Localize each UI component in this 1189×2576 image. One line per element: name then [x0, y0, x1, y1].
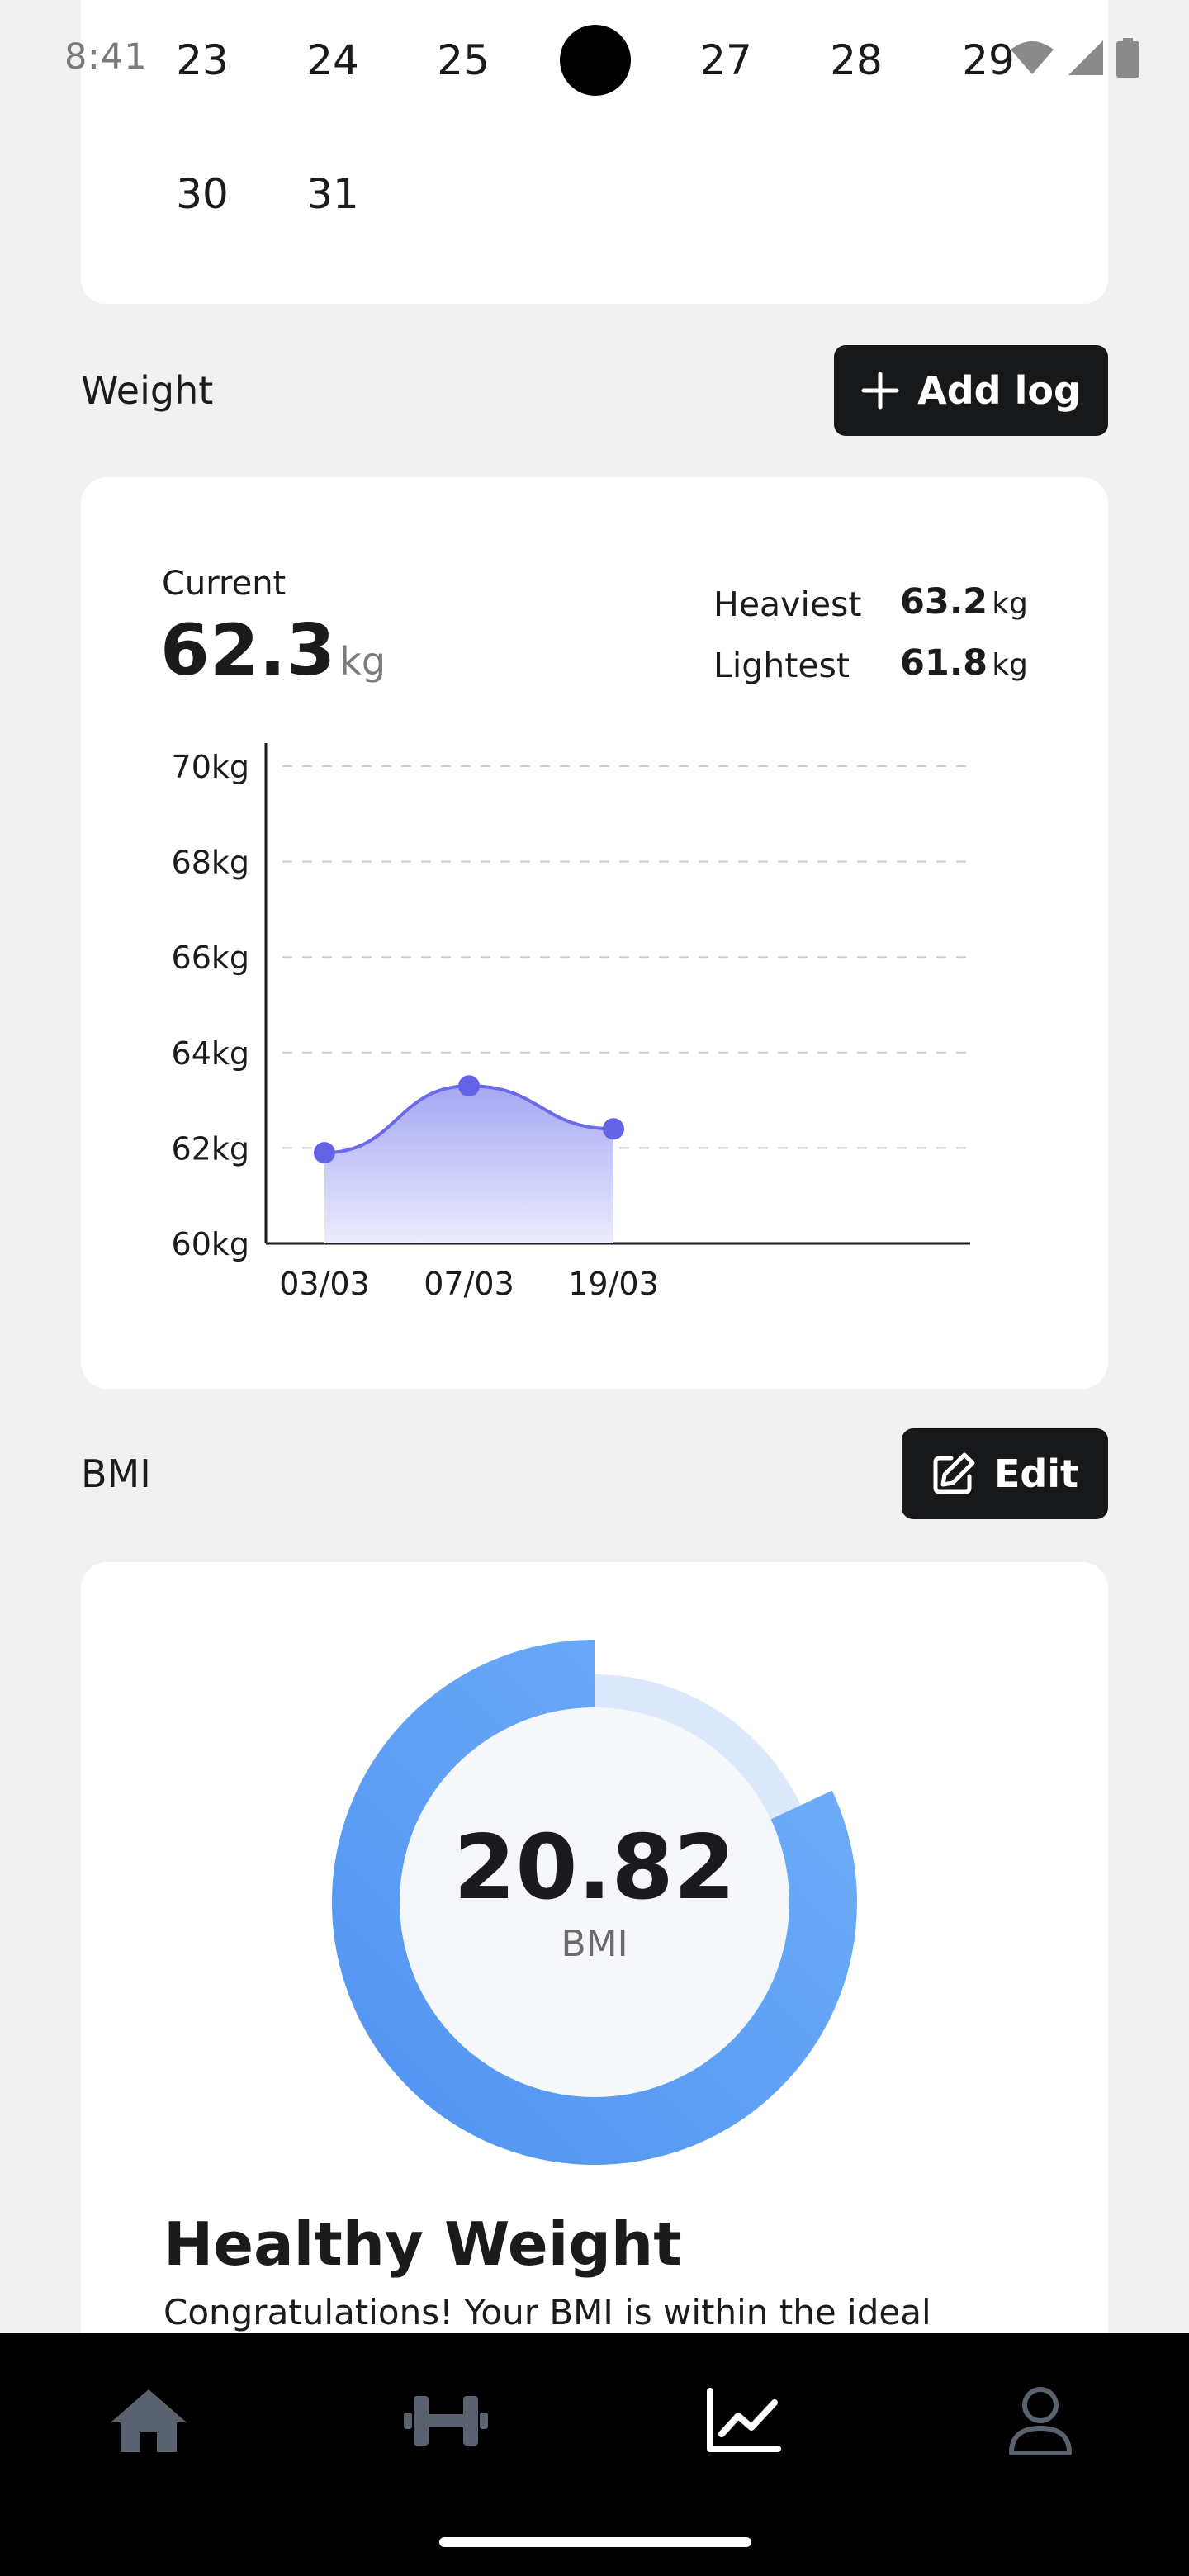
bmi-status-description: Congratulations! Your BMI is within the …	[163, 2292, 931, 2332]
bmi-value: 20.82	[453, 1816, 736, 1920]
camera-cutout	[560, 25, 631, 96]
calendar-day[interactable]: 27	[680, 36, 771, 84]
calendar-day[interactable]: 25	[418, 36, 509, 84]
current-value: 62.3	[160, 609, 336, 692]
user-icon	[1009, 2387, 1072, 2455]
y-tick-label: 64kg	[172, 1035, 249, 1072]
nav-home[interactable]	[99, 2371, 198, 2470]
current-label: Current	[162, 565, 287, 603]
edit-label: Edit	[993, 1451, 1079, 1496]
heaviest-weight: 63.2 kg	[900, 581, 1028, 623]
x-tick-label: 07/03	[424, 1266, 514, 1302]
x-tick-label: 03/03	[279, 1266, 370, 1302]
wifi-icon	[1011, 41, 1054, 74]
lightest-unit: kg	[992, 648, 1028, 682]
battery-icon	[1116, 38, 1139, 78]
current-unit: kg	[339, 639, 386, 684]
bmi-status-title: Healthy Weight	[163, 2209, 682, 2279]
lightest-label: Lightest	[713, 646, 850, 685]
calendar-day[interactable]: 24	[287, 36, 378, 84]
nav-workouts[interactable]	[396, 2371, 495, 2470]
weight-point[interactable]	[458, 1075, 480, 1097]
home-indicator[interactable]	[439, 2537, 751, 2547]
calendar-day[interactable]: 30	[157, 170, 248, 218]
calendar-day[interactable]: 28	[811, 36, 902, 84]
edit-icon	[933, 1452, 975, 1494]
y-tick-label: 70kg	[172, 749, 249, 785]
lightest-value: 61.8	[900, 642, 988, 684]
edit-bmi-button[interactable]: Edit	[902, 1428, 1108, 1519]
calendar-day[interactable]: 23	[157, 36, 248, 84]
weight-section-title: Weight	[81, 368, 214, 413]
dumbbell-icon	[404, 2396, 488, 2446]
heaviest-unit: kg	[992, 587, 1028, 621]
weight-point[interactable]	[603, 1118, 624, 1140]
y-tick-label: 68kg	[172, 845, 249, 881]
status-icons	[1009, 38, 1139, 78]
chart-icon	[707, 2388, 781, 2452]
y-tick-label: 66kg	[172, 940, 249, 976]
y-tick-label: 60kg	[172, 1226, 249, 1262]
y-tick-label: 62kg	[172, 1130, 249, 1167]
add-log-button[interactable]: Add log	[834, 345, 1108, 436]
heaviest-value: 63.2	[900, 581, 988, 623]
x-tick-label: 19/03	[568, 1266, 659, 1302]
add-log-label: Add log	[917, 368, 1081, 413]
home-icon	[111, 2389, 187, 2452]
signal-icon	[1068, 40, 1103, 75]
bmi-label: BMI	[561, 1923, 628, 1965]
bmi-readout: 20.82 BMI	[332, 1816, 857, 1965]
weight-chart: 60kg 62kg 64kg 66kg 68kg 70kg 03/03 07/03 19/03	[172, 743, 970, 1302]
status-time: 8:41	[64, 36, 148, 78]
plus-icon	[861, 372, 899, 410]
lightest-weight: 61.8 kg	[900, 642, 1028, 684]
weight-point[interactable]	[314, 1142, 335, 1164]
nav-progress[interactable]	[694, 2371, 793, 2470]
nav-profile[interactable]	[991, 2371, 1090, 2470]
heaviest-label: Heaviest	[713, 585, 862, 624]
weight-area	[324, 1086, 613, 1243]
calendar-day[interactable]: 31	[287, 170, 378, 218]
bmi-section-title: BMI	[81, 1451, 151, 1496]
current-weight: 62.3 kg	[160, 609, 386, 692]
